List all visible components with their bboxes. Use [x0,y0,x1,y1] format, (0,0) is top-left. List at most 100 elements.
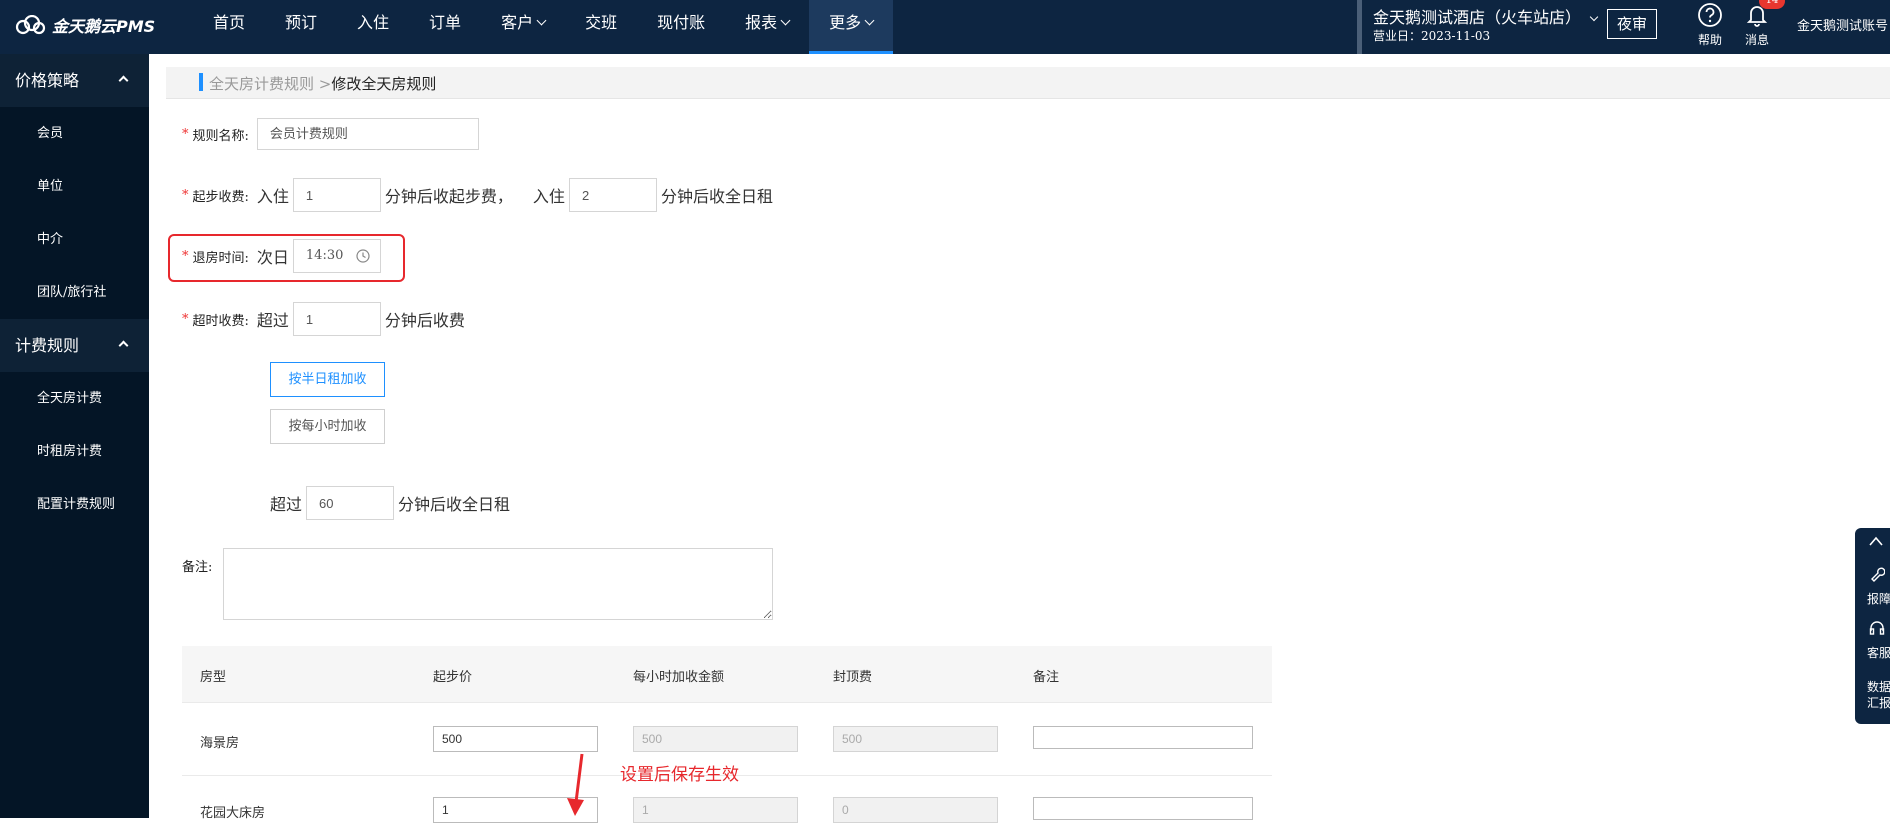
required-mark: * [182,248,189,264]
full-day-minutes-input[interactable] [306,486,395,520]
column-header-hourly: 每小时加收金额 [633,670,725,685]
sidebar-item[interactable]: 时租房计费 [0,425,149,478]
help-button[interactable]: 帮助 [1690,2,1730,48]
nav-item[interactable]: 更多 [809,0,894,54]
table-header: 房型 起步价 每小时加收金额 封顶费 备注 [182,646,1272,703]
chevron-down-icon [1589,12,1599,22]
messages-label: 消息 [1744,33,1769,47]
hotel-name: 金天鹅测试酒店（火车站店） [1373,8,1582,27]
report-fault-button[interactable]: 报障 [1867,590,1890,607]
nav-item[interactable]: 交班 [565,0,637,54]
checkin-text-2: 入住 [532,187,565,206]
chevron-up-icon[interactable] [1869,536,1883,546]
sidebar-item[interactable]: 团队/旅行社 [0,266,149,319]
chevron-down-icon [864,15,875,26]
sidebar-group-header[interactable]: 价格策略 [0,54,149,107]
nav-item[interactable]: 首页 [193,0,265,54]
nav-item-label: 报表 [745,13,778,32]
room-type-cell: 花园大床房 [200,806,266,821]
nav-item[interactable]: 预订 [265,0,337,54]
required-mark: * [182,187,189,203]
cap-input [833,726,998,752]
wrench-icon[interactable] [1869,566,1885,582]
message-count-badge: 14 [1759,0,1785,9]
chevron-up-icon [118,340,129,351]
notes-label: 备注: [182,560,213,575]
cloud-logo-icon [15,15,46,35]
nav-item-label: 交班 [585,13,618,32]
breadcrumb-parent-link[interactable]: 全天房计费规则 > [209,75,331,93]
rule-name-label: 规则名称: [192,128,249,144]
customer-service-button[interactable]: 客服 [1867,644,1890,661]
start-fee-row: * 起步收费: 入住 分钟后收起步费， 入住 分钟后收全日租 [182,178,773,212]
notes-textarea[interactable] [223,548,773,620]
sidebar-item[interactable]: 会员 [0,107,149,160]
nav-item[interactable]: 现付账 [637,0,725,54]
rule-name-row: * 规则名称: [182,118,479,150]
nav-item-label: 订单 [429,13,462,32]
note-input[interactable] [1033,726,1253,749]
breadcrumb: 全天房计费规则 >修改全天房规则 [166,67,1890,99]
overtime-after-text: 分钟后收费 [384,311,465,330]
sidebar-item[interactable]: 中介 [0,213,149,266]
column-header-cap: 封顶费 [833,670,873,685]
floating-toolbar: 报障 客服 数据 汇报 [1855,528,1890,724]
sidebar-item[interactable]: 全天房计费 [0,372,149,425]
annotation-arrow-icon [567,753,584,816]
chevron-down-icon [536,15,547,26]
sidebar-group-title: 价格策略 [15,71,80,90]
next-day-text: 次日 [256,248,289,267]
cap-input [833,797,998,823]
logo-text: 金天鹅云PMS [52,17,156,36]
required-mark: * [182,311,189,327]
column-header-start-price: 起步价 [433,670,473,685]
sidebar-group-title: 计费规则 [15,336,80,355]
data-report-button[interactable]: 数据 [1867,678,1890,695]
user-account[interactable]: 金天鹅测试账号 [1797,15,1888,34]
start-price-input[interactable] [433,726,598,752]
data-report-button-line2[interactable]: 汇报 [1867,694,1890,711]
start-after-text: 分钟后收起步费， [384,187,513,206]
business-date: 营业日：2023-11-03 [1373,29,1491,43]
required-mark: * [182,126,189,142]
full-minutes-input[interactable] [568,178,657,212]
page-title: 修改全天房规则 [331,75,437,93]
nav-item[interactable]: 报表 [725,0,809,54]
breadcrumb-marker [199,73,203,91]
nav-item-label: 首页 [213,13,246,32]
messages-button[interactable]: 14 消息 [1737,0,1785,48]
full-day-after-text: 分钟后收全日租 [398,495,511,514]
notes-label-row: 备注: [182,556,212,575]
column-header-note: 备注 [1033,670,1060,685]
start-minutes-input[interactable] [292,178,381,212]
room-type-cell: 海景房 [200,736,240,751]
nav-item-label: 预订 [285,13,318,32]
headset-icon[interactable] [1869,620,1885,636]
overtime-row: * 超时收费: 超过 分钟后收费 [182,302,465,336]
night-audit-button[interactable]: 夜审 [1607,9,1657,39]
full-day-row: 超过 分钟后收全日租 [270,486,510,520]
exceed-text-2: 超过 [270,495,303,514]
hourly-option-button[interactable]: 按每小时加收 [270,409,385,444]
nav-item[interactable]: 客户 [481,0,565,54]
hotel-selector[interactable]: 金天鹅测试酒店（火车站店） [1373,4,1599,28]
sidebar-item[interactable]: 配置计费规则 [0,478,149,531]
rule-name-input[interactable] [256,118,479,150]
nav-item-label: 入住 [357,13,390,32]
help-icon [1698,3,1722,27]
overtime-minutes-input[interactable] [292,302,381,336]
exceed-text: 超过 [256,311,289,330]
sidebar-item[interactable]: 单位 [0,160,149,213]
half-day-option-button[interactable]: 按半日租加收 [270,362,385,397]
note-input[interactable] [1033,797,1253,820]
nav-item-label: 现付账 [657,13,706,32]
logo[interactable]: 金天鹅云PMS [14,13,155,37]
nav-item-label: 更多 [829,13,862,32]
nav-item[interactable]: 订单 [409,0,481,54]
sidebar-group-header[interactable]: 计费规则 [0,319,149,372]
sidebar: 价格策略会员 单位 中介 团队/旅行社计费规则全天房计费 时租房计费 配置计费规则 [0,54,149,818]
checkin-text: 入住 [256,187,289,206]
checkout-time-picker[interactable]: 14:30 [292,239,381,273]
checkout-time-label: 退房时间: [192,250,249,266]
nav-item[interactable]: 入住 [337,0,409,54]
